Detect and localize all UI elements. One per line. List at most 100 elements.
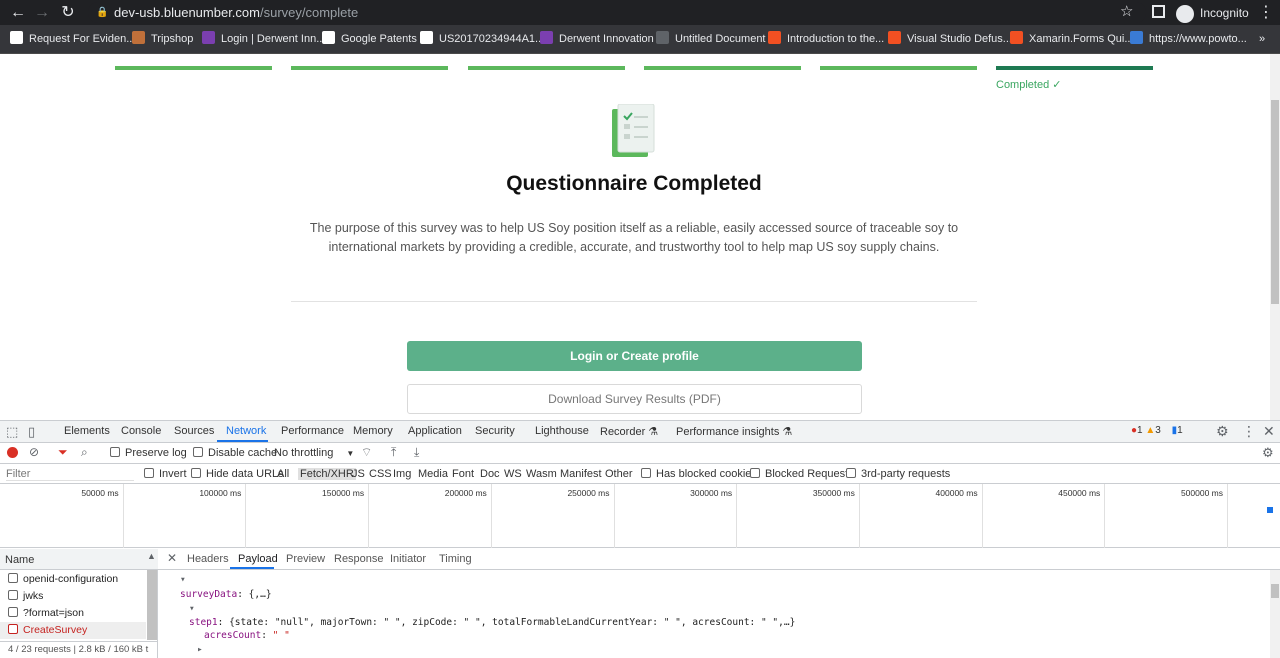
progress-step <box>644 66 801 70</box>
devtools-tab[interactable]: Sources <box>174 425 214 437</box>
bookmark-item[interactable]: Request For Eviden... <box>10 31 135 47</box>
bookmark-item[interactable]: Google Patents <box>322 31 417 47</box>
detail-tab[interactable]: Initiator <box>390 553 426 565</box>
type-filter[interactable]: CSS <box>369 468 392 480</box>
type-filter[interactable]: All <box>277 468 289 480</box>
devtools-tab[interactable]: Console <box>121 425 161 437</box>
record-icon[interactable] <box>7 447 18 458</box>
type-filter[interactable]: WS <box>504 468 522 480</box>
devtools-tab[interactable]: Lighthouse <box>535 425 589 437</box>
type-filter[interactable]: Wasm <box>526 468 557 480</box>
close-details-icon[interactable]: ✕ <box>167 551 177 565</box>
bookmark-item[interactable]: Introduction to the... <box>768 31 884 47</box>
bookmark-item[interactable]: Visual Studio Defus... <box>888 31 1012 47</box>
bookmark-label: Derwent Innovation <box>559 33 654 45</box>
hide-data-urls-checkbox[interactable]: Hide data URLs <box>191 468 284 480</box>
page-scrollbar[interactable] <box>1270 54 1280 420</box>
bookmark-item[interactable]: Untitled Document <box>656 31 766 47</box>
type-filter[interactable]: Font <box>452 468 474 480</box>
detail-tab[interactable]: Preview <box>286 553 325 565</box>
bookmark-item[interactable]: US20170234944A1... <box>420 31 544 47</box>
devtools-tab[interactable]: Network <box>226 425 266 437</box>
lock-icon: 🔒 <box>96 7 109 18</box>
devtools-tab[interactable]: Recorder ⚗ <box>600 425 658 438</box>
tab-search-icon[interactable] <box>1152 5 1165 18</box>
blocked-cookies-checkbox[interactable]: Has blocked cookies <box>641 468 757 480</box>
back-arrow-icon[interactable]: ← <box>8 3 28 23</box>
disable-cache-checkbox[interactable]: Disable cache <box>193 447 277 459</box>
type-filter[interactable]: Fetch/XHR <box>298 468 356 480</box>
scrollbar-thumb[interactable] <box>1271 100 1279 304</box>
throttling-select[interactable]: No throttling ▼ <box>274 447 354 459</box>
issues-counter[interactable]: ●1 ▲3 ▮1 <box>1131 425 1183 436</box>
bookmark-star-icon[interactable]: ☆ <box>1120 2 1133 20</box>
request-row[interactable]: CreateSurvey <box>0 622 146 639</box>
payload-line-step1[interactable]: step1: {state: "null", majorTown: " ", z… <box>189 617 795 628</box>
address-bar[interactable]: 🔒 dev-usb.bluenumber.com/survey/complete <box>88 2 1146 23</box>
detail-tab[interactable]: Timing <box>439 553 472 565</box>
network-overview-timeline[interactable]: 50000 ms 100000 ms 150000 ms 200000 ms 25000… <box>0 484 1280 548</box>
request-row[interactable]: jwks <box>0 588 146 605</box>
devtools-tab[interactable]: Performance insights ⚗ <box>676 425 792 438</box>
details-scrollbar[interactable] <box>1270 570 1280 658</box>
payload-line-acrescount[interactable]: acresCount: " " <box>204 630 290 641</box>
timeline-request-marker <box>1267 507 1273 513</box>
progress-step <box>468 66 625 70</box>
bookmark-item[interactable]: Xamarin.Forms Qui... <box>1010 31 1134 47</box>
detail-tab[interactable]: Headers <box>187 553 229 565</box>
request-name: openid-configuration <box>23 573 119 585</box>
devtools-tab[interactable]: Memory <box>353 425 393 437</box>
bookmark-item[interactable]: https://www.powto... <box>1130 31 1247 47</box>
detail-tab[interactable]: Payload <box>238 553 278 565</box>
type-filter[interactable]: Manifest <box>560 468 602 480</box>
download-survey-results-button[interactable]: Download Survey Results (PDF) <box>407 384 862 414</box>
incognito-profile[interactable]: Incognito <box>1176 3 1249 23</box>
search-icon[interactable]: ⌕ <box>81 445 88 460</box>
forward-arrow-icon[interactable]: → <box>32 3 52 23</box>
close-devtools-icon[interactable]: ✕ <box>1263 423 1275 440</box>
third-party-checkbox[interactable]: 3rd-party requests <box>846 468 950 480</box>
export-har-icon[interactable]: ⤓ <box>414 445 419 460</box>
payload-line-surveydata[interactable]: surveyData: {,…} <box>180 589 272 600</box>
device-toolbar-icon[interactable]: ▯ <box>28 424 35 440</box>
type-filter[interactable]: Doc <box>480 468 500 480</box>
devtools-tab[interactable]: Security <box>475 425 515 437</box>
request-row[interactable]: ?format=json <box>0 605 146 622</box>
devtools-menu-icon[interactable]: ⋮ <box>1242 423 1256 440</box>
devtools-tab[interactable]: Performance <box>281 425 344 437</box>
invert-checkbox[interactable]: Invert <box>144 468 187 480</box>
bookmarks-overflow-icon[interactable]: » <box>1259 31 1265 47</box>
expand-arrow-icon[interactable]: ▾ <box>189 603 195 614</box>
inspect-element-icon[interactable]: ⬚ <box>6 424 18 440</box>
devtools-settings-icon[interactable]: ⚙ <box>1216 423 1229 440</box>
bookmark-item[interactable]: Login | Derwent Inn... <box>202 31 325 47</box>
import-har-icon[interactable]: ⤒ <box>391 445 396 460</box>
request-row[interactable]: openid-configuration <box>0 571 146 588</box>
network-conditions-icon[interactable]: ⌔ <box>361 445 372 460</box>
questionnaire-document-icon <box>612 104 655 157</box>
login-or-create-profile-button[interactable]: Login or Create profile <box>407 341 862 371</box>
timeline-gridline <box>122 484 124 548</box>
type-filter[interactable]: Media <box>418 468 448 480</box>
devtools-tab[interactable]: Application <box>408 425 462 437</box>
bookmark-item[interactable]: Tripshop <box>132 31 193 47</box>
name-column-header[interactable]: Name <box>5 554 34 566</box>
network-settings-icon[interactable]: ⚙ <box>1262 445 1274 461</box>
preserve-log-checkbox[interactable]: Preserve log <box>110 447 187 459</box>
bookmark-item[interactable]: Derwent Innovation <box>540 31 654 47</box>
filter-input[interactable]: Filter <box>6 468 134 481</box>
type-filter[interactable]: Img <box>393 468 411 480</box>
type-filter[interactable]: Other <box>605 468 633 480</box>
collapsed-arrow-icon[interactable]: ▸ <box>197 644 203 655</box>
browser-menu-icon[interactable]: ⋮ <box>1258 3 1274 23</box>
requests-scrollbar[interactable] <box>147 570 157 640</box>
reload-icon[interactable]: ↻ <box>58 3 78 23</box>
filter-icon[interactable]: ⏷ <box>58 445 68 460</box>
type-filter[interactable]: JS <box>352 468 365 480</box>
google-icon <box>420 31 433 44</box>
blocked-requests-checkbox[interactable]: Blocked Requests <box>750 468 854 480</box>
expand-arrow-icon[interactable]: ▾ <box>180 574 186 585</box>
devtools-tab[interactable]: Elements <box>64 425 110 437</box>
clear-icon[interactable]: ⊘ <box>29 445 39 459</box>
detail-tab[interactable]: Response <box>334 553 384 565</box>
